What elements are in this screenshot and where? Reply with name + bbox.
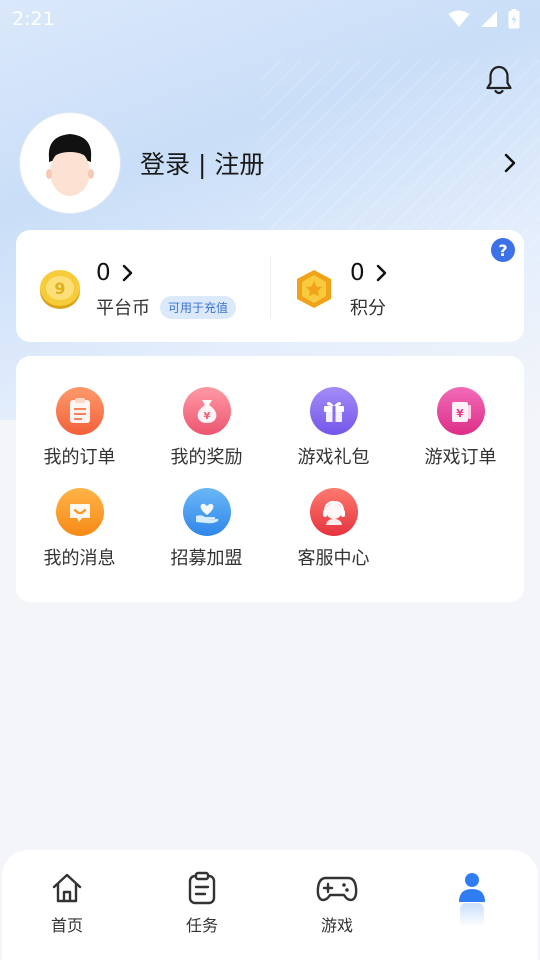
tab-label: 游戏	[320, 916, 353, 935]
gamepad-icon	[316, 876, 358, 902]
menu-item-my-messages[interactable]: 我的消息	[16, 488, 143, 570]
svg-text:¥: ¥	[203, 411, 210, 422]
chevron-right-icon[interactable]	[500, 152, 520, 174]
message-icon	[55, 488, 104, 536]
status-bar: 2:21	[0, 0, 540, 38]
default-avatar-icon	[25, 118, 115, 208]
platform-coin-item[interactable]: 9 0 平台币 可用于充值	[38, 258, 237, 320]
menu-label: 客服中心	[297, 548, 370, 569]
gift-icon	[309, 387, 358, 435]
recruit-icon	[182, 488, 231, 536]
chevron-right-icon	[122, 264, 132, 282]
divider	[270, 256, 271, 318]
money-bag-icon: ¥	[182, 387, 231, 435]
menu-item-my-rewards[interactable]: ¥ 我的奖励	[143, 387, 270, 469]
tab-tasks[interactable]: 任务	[162, 870, 242, 936]
tab-games[interactable]: 游戏	[297, 870, 377, 936]
task-icon	[188, 871, 216, 905]
tab-label: 首页	[50, 916, 83, 935]
avatar[interactable]	[20, 113, 120, 213]
bottom-tab-bar: 首页 任务 游戏	[2, 850, 538, 960]
points-item[interactable]: 0 积分	[294, 258, 387, 320]
coin-label: 平台币	[96, 298, 150, 319]
tab-profile[interactable]	[432, 870, 512, 930]
recharge-tag: 可用于充值	[160, 295, 237, 319]
svg-text:9: 9	[54, 279, 65, 298]
menu-item-recruit[interactable]: 招募加盟	[143, 488, 270, 570]
menu-label: 我的消息	[43, 548, 116, 569]
points-label: 积分	[350, 298, 386, 319]
menu-item-customer-service[interactable]: 客服中心	[270, 488, 397, 570]
user-icon	[459, 873, 485, 927]
menu-label: 招募加盟	[170, 548, 243, 569]
menu-label: 游戏订单	[424, 447, 497, 468]
login-register-link[interactable]: 登录 | 注册	[140, 145, 500, 181]
notification-bell-icon[interactable]	[484, 64, 514, 96]
points-badge-icon	[297, 270, 331, 308]
battery-icon	[508, 9, 520, 29]
menu-label: 我的奖励	[170, 447, 243, 468]
game-order-icon: ¥	[436, 387, 485, 435]
services-card: 我的订单 ¥ 我的奖励 游戏礼包 ¥ 游戏订单 我的消息 招募加盟 客服中心	[16, 356, 524, 602]
tab-home[interactable]: 首页	[27, 870, 107, 936]
wifi-icon	[448, 10, 470, 27]
home-icon	[52, 873, 82, 903]
menu-label: 游戏礼包	[297, 447, 370, 468]
menu-label: 我的订单	[43, 447, 116, 468]
svg-text:¥: ¥	[456, 407, 464, 420]
customer-service-icon	[309, 488, 358, 536]
status-time: 2:21	[12, 8, 55, 30]
help-icon[interactable]: ?	[491, 238, 515, 262]
tab-label: 任务	[185, 916, 218, 935]
order-icon	[55, 387, 104, 435]
points-balance: 0	[350, 260, 365, 286]
profile-row[interactable]: 登录 | 注册	[20, 113, 520, 213]
status-icons	[448, 9, 520, 29]
menu-item-game-orders[interactable]: ¥ 游戏订单	[397, 387, 524, 469]
menu-item-game-gifts[interactable]: 游戏礼包	[270, 387, 397, 469]
coin-balance: 0	[96, 260, 111, 286]
menu-item-my-orders[interactable]: 我的订单	[16, 387, 143, 469]
chevron-right-icon	[376, 264, 386, 282]
signal-icon	[481, 11, 497, 27]
coin-icon: 9	[40, 270, 80, 309]
wallet-card: ? 9 0 平台币 可用于充值 0 积分	[16, 230, 524, 342]
